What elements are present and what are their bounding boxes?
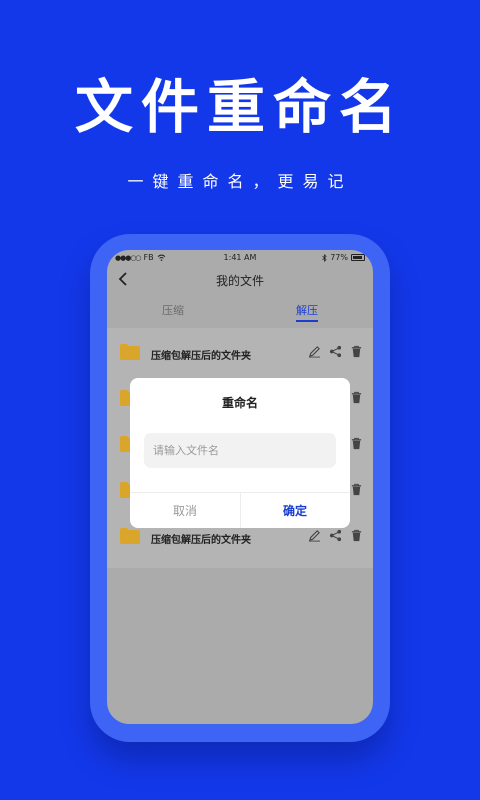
- confirm-button[interactable]: 确定: [240, 493, 350, 528]
- file-name: 压缩包解压后的文件夹: [151, 535, 251, 546]
- status-right: 77%: [322, 253, 365, 262]
- battery-percent: 77%: [330, 253, 348, 262]
- folder-icon: [120, 344, 140, 360]
- file-name: 压缩包解压后的文件夹: [151, 351, 251, 362]
- tab-compress[interactable]: 压缩: [133, 302, 213, 318]
- nav-bar: 我的文件: [107, 268, 373, 292]
- row-actions: [308, 345, 363, 358]
- list-item[interactable]: 压缩包解压后的文件夹: [107, 328, 373, 374]
- row-actions: [308, 529, 363, 542]
- bluetooth-icon: [322, 253, 327, 262]
- rename-dialog: 重命名 取消 确定: [130, 378, 350, 528]
- banner-subline: 一键重命名，更易记: [127, 172, 353, 191]
- nav-title: 我的文件: [215, 274, 264, 288]
- status-bar: ●●●○○ FB 1:41 AM 77%: [107, 250, 373, 266]
- share-icon[interactable]: [329, 529, 342, 542]
- share-icon[interactable]: [329, 345, 342, 358]
- trash-icon[interactable]: [350, 437, 363, 450]
- filename-input[interactable]: [144, 433, 336, 468]
- cancel-button[interactable]: 取消: [130, 493, 240, 528]
- tab-bar: 压缩 解压: [107, 302, 373, 326]
- active-tab-indicator: [296, 320, 318, 322]
- trash-icon[interactable]: [350, 529, 363, 542]
- battery-icon: [351, 254, 365, 261]
- edit-pencil-icon[interactable]: [308, 345, 321, 358]
- tab-extract[interactable]: 解压: [267, 302, 347, 318]
- trash-icon[interactable]: [350, 483, 363, 496]
- folder-icon: [120, 528, 140, 544]
- edit-pencil-icon[interactable]: [308, 529, 321, 542]
- trash-icon[interactable]: [350, 345, 363, 358]
- trash-icon[interactable]: [350, 391, 363, 404]
- banner-headline: 文件重命名: [74, 73, 405, 141]
- dialog-title: 重命名: [221, 396, 258, 410]
